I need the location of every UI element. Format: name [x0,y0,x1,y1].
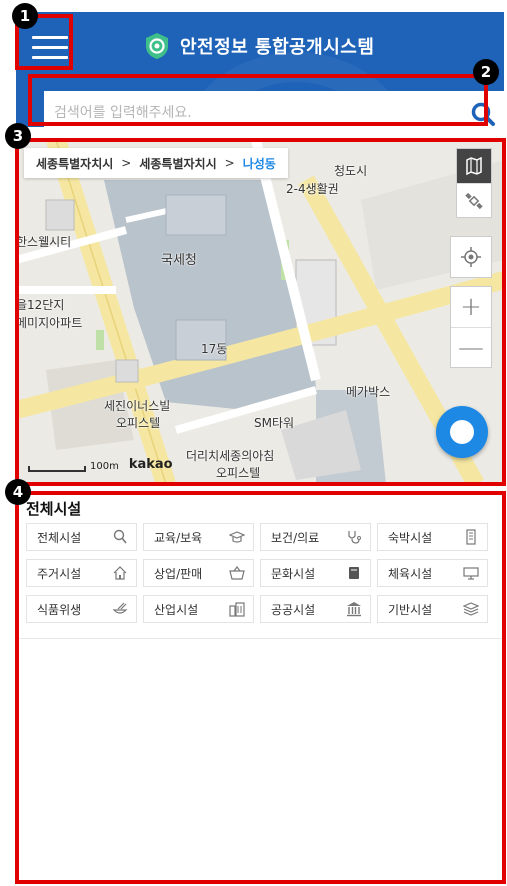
house-icon [112,565,128,581]
location-breadcrumb: 세종특별자치시 > 세종특별자치시 > 나성동 [24,148,288,178]
map-label: 오피스텔 [116,416,161,430]
hamburger-menu-icon[interactable] [30,26,72,66]
map-label: 메가박스 [346,385,391,399]
map-label: SM타워 [254,416,295,430]
facility-item-industry[interactable]: 산업시설 [143,595,254,623]
app-title: 안전정보 통합공개시스템 [180,37,375,58]
map-scale: 100m kakao [28,457,173,472]
map-canvas [16,140,504,484]
monitor-icon [463,565,479,581]
stethoscope-icon [346,529,362,545]
facility-item-lodging[interactable]: 숙박시설 [377,523,488,551]
breadcrumb-sigungu[interactable]: 세종특별자치시 [139,155,216,172]
facility-item-all[interactable]: 전체시설 [26,523,137,551]
facility-item-culture[interactable]: 문화시설 [260,559,371,587]
facility-label: 체육시설 [388,566,433,581]
map-label: 메미지아파트 [16,316,83,330]
map-label: 17동 [201,342,228,356]
annotation-number-2: 2 [473,59,499,85]
annotation-number-4: 4 [5,479,31,505]
scale-label: 100m [90,461,119,472]
map-provider-logo: kakao [128,457,173,472]
search-icon[interactable] [470,101,496,127]
map-label: 오피스텔 [216,466,261,480]
facility-grid: 전체시설 교육/보육 보건/의료 숙박시설 주거시설 상업/판매 문화시설 체육… [26,523,498,623]
breadcrumb-sido[interactable]: 세종특별자치시 [36,155,113,172]
facility-divider [16,638,504,639]
search-input[interactable] [44,91,454,127]
facility-item-infrastructure[interactable]: 기반시설 [377,595,488,623]
facility-item-commerce[interactable]: 상업/판매 [143,559,254,587]
crosshair-icon[interactable] [451,237,491,277]
current-location-button[interactable] [436,406,488,458]
map-label: 2-4생활권 [286,182,339,196]
facility-label: 전체시설 [37,530,82,545]
annotation-number-1: 1 [12,3,38,29]
annotation-number-3: 3 [5,123,31,149]
zoom-control: + — [450,286,492,368]
map-label: 더리치세종의아침 [186,449,275,463]
facility-title: 전체시설 [26,500,82,518]
zoom-out-icon[interactable]: — [451,327,491,367]
zoom-in-icon[interactable]: + [451,287,491,327]
map-label: 세진이너스빌 [104,399,171,413]
breadcrumb-separator: > [121,156,132,170]
facility-label: 주거시설 [37,566,82,581]
map-label: 국세청 [161,253,197,268]
facility-label: 기반시설 [388,602,433,617]
facility-label: 교육/보육 [154,530,203,545]
layers-icon [463,601,479,617]
search-box [44,91,504,127]
facility-label: 상업/판매 [154,566,203,581]
shopping-basket-icon [229,565,245,581]
facility-item-public[interactable]: 공공시설 [260,595,371,623]
scale-line [28,466,86,472]
government-building-icon [346,601,362,617]
breadcrumb-separator: > [224,156,235,170]
facility-label: 산업시설 [154,602,199,617]
map-label: 을12단지 [16,298,65,312]
magnifier-icon [112,529,128,545]
book-icon [346,565,362,581]
facility-item-education[interactable]: 교육/보육 [143,523,254,551]
food-icon [112,601,128,617]
facility-label: 공공시설 [271,602,316,617]
facility-label: 숙박시설 [388,530,433,545]
satellite-icon[interactable] [457,183,491,217]
facility-label: 보건/의료 [271,530,320,545]
facility-item-food[interactable]: 식품위생 [26,595,137,623]
graduation-cap-icon [229,529,245,545]
facility-item-sports[interactable]: 체육시설 [377,559,488,587]
facility-panel: 전체시설 전체시설 교육/보육 보건/의료 숙박시설 주거시설 상업/판매 문화… [16,492,504,884]
facility-item-housing[interactable]: 주거시설 [26,559,137,587]
map-type-control [456,148,492,218]
map-label: 한스웰시티 [16,235,72,249]
app-header: 안전정보 통합공개시스템 [16,12,504,127]
facility-label: 문화시설 [271,566,316,581]
location-dot-icon [450,420,474,444]
shield-logo-icon [146,33,168,59]
breadcrumb-dong[interactable]: 나성동 [243,155,276,172]
facility-label: 식품위생 [37,602,82,617]
map-type-icon[interactable] [457,149,491,183]
factory-icon [229,601,245,617]
hotel-building-icon [463,529,479,545]
locate-control [450,236,492,278]
map-label: 청도시 [334,164,368,178]
facility-item-health[interactable]: 보건/의료 [260,523,371,551]
map-view[interactable]: 세종특별자치시 > 세종특별자치시 > 나성동 한스웰시티 국세청 을12단지 … [16,140,504,484]
